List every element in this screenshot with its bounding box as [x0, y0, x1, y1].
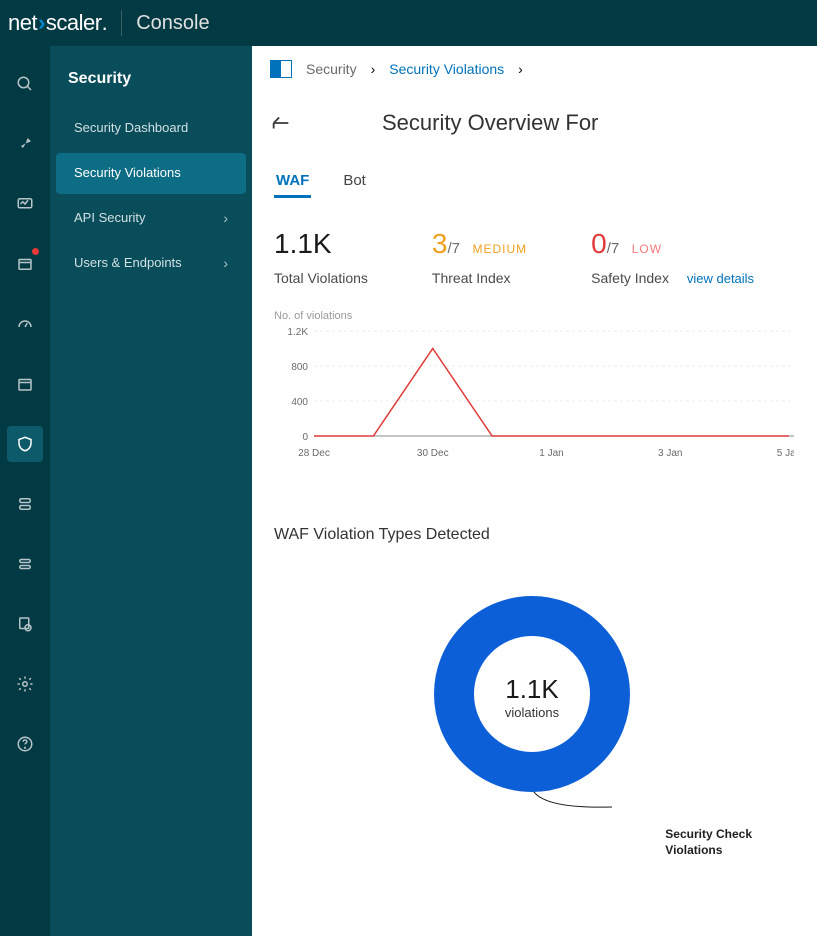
stat-label: Total Violations: [274, 270, 368, 286]
stat-badge: LOW: [632, 242, 662, 256]
breadcrumb-root[interactable]: Security: [306, 61, 357, 77]
sidebar-toggle-icon[interactable]: [270, 60, 292, 78]
line-chart-svg: 0 400 800 1.2K 28 Dec 30 Dec 1 Jan 3 Jan 5 Jan: [274, 326, 794, 466]
brand-chevron-icon: ›: [38, 10, 45, 36]
sidebar-item-label: API Security: [74, 210, 146, 227]
donut-callout-label: Security CheckViolations: [665, 827, 752, 858]
sidebar-item-label: Security Dashboard: [74, 120, 188, 137]
sidebar: Security Security Dashboard Security Vio…: [50, 46, 252, 936]
svg-text:1.2K: 1.2K: [287, 327, 308, 338]
tab-waf[interactable]: WAF: [274, 166, 311, 198]
icon-rail: [0, 46, 50, 936]
tabs: WAF Bot: [252, 166, 817, 198]
search-icon[interactable]: [7, 66, 43, 102]
breadcrumb: Security › Security Violations ›: [252, 46, 817, 92]
svg-text:5 Jan: 5 Jan: [777, 448, 794, 459]
certificate-icon[interactable]: [7, 606, 43, 642]
stat-safety-index: 0/7 LOW Safety Index view details: [591, 228, 754, 286]
chevron-right-icon: ›: [518, 61, 523, 77]
monitor-icon[interactable]: [7, 186, 43, 222]
sidebar-item-label: Users & Endpoints: [74, 255, 182, 272]
back-arrow-icon[interactable]: [270, 114, 292, 132]
donut-chart: 1.1K violations Security CheckViolations: [252, 594, 812, 858]
console-label: Console: [136, 12, 209, 35]
svg-text:28 Dec: 28 Dec: [298, 448, 330, 459]
stat-suffix: /7: [448, 240, 461, 257]
page-title: Security Overview For: [382, 110, 598, 136]
stat-value: 1.1K: [274, 228, 368, 260]
notification-badge: [32, 248, 39, 255]
stat-badge: MEDIUM: [472, 242, 527, 256]
calendar-icon[interactable]: [7, 366, 43, 402]
donut-svg-wrap: 1.1K violations: [432, 594, 632, 799]
donut-center-value: 1.1K: [505, 674, 559, 705]
stack-icon[interactable]: [7, 486, 43, 522]
stat-suffix: /7: [607, 240, 620, 257]
breadcrumb-current[interactable]: Security Violations: [389, 61, 504, 77]
svg-text:1 Jan: 1 Jan: [539, 448, 563, 459]
chevron-right-icon: ›: [223, 210, 228, 226]
violations-chart: No. of violations 0 400 800 1.2K 28 Dec 30 De…: [252, 310, 817, 466]
brand-logo: net›scaler.: [8, 10, 107, 36]
chevron-right-icon: ›: [223, 255, 228, 271]
chevron-right-icon: ›: [371, 61, 376, 77]
brand-suffix: scaler: [46, 10, 102, 36]
svg-text:30 Dec: 30 Dec: [417, 448, 449, 459]
main-content: Security › Security Violations › Securit…: [252, 46, 817, 936]
top-bar: net›scaler. Console: [0, 0, 817, 46]
svg-text:800: 800: [291, 362, 308, 373]
shield-icon[interactable]: [7, 426, 43, 462]
stat-threat-index: 3/7 MEDIUM Threat Index: [432, 228, 527, 286]
brand-dot: .: [102, 10, 108, 36]
servers-icon[interactable]: [7, 546, 43, 582]
brand-divider: [121, 10, 122, 36]
sidebar-item-api-security[interactable]: API Security ›: [56, 198, 246, 239]
sidebar-item-label: Security Violations: [74, 165, 181, 182]
chart-y-title: No. of violations: [274, 310, 795, 322]
sidebar-item-dashboard[interactable]: Security Dashboard: [56, 108, 246, 149]
stat-label: Safety Index view details: [591, 270, 754, 286]
stats-row: 1.1K Total Violations 3/7 MEDIUM Threat …: [252, 228, 817, 286]
window-icon[interactable]: [7, 246, 43, 282]
stat-value: 3: [432, 228, 448, 259]
donut-title: WAF Violation Types Detected: [252, 526, 817, 544]
stat-value: 0: [591, 228, 607, 259]
sidebar-item-violations[interactable]: Security Violations: [56, 153, 246, 194]
svg-text:400: 400: [291, 397, 308, 408]
donut-center-label: violations: [505, 705, 559, 720]
stat-total-violations: 1.1K Total Violations: [274, 228, 368, 286]
view-details-link[interactable]: view details: [687, 271, 754, 286]
sidebar-title: Security: [50, 70, 252, 108]
sidebar-item-users-endpoints[interactable]: Users & Endpoints ›: [56, 243, 246, 284]
brand-prefix: net: [8, 10, 37, 36]
gear-icon[interactable]: [7, 666, 43, 702]
page-header: Security Overview For: [252, 92, 817, 166]
chart-svg-wrap: 0 400 800 1.2K 28 Dec 30 Dec 1 Jan 3 Jan 5 Jan: [274, 326, 794, 466]
pin-icon[interactable]: [7, 126, 43, 162]
help-icon[interactable]: [7, 726, 43, 762]
svg-text:3 Jan: 3 Jan: [658, 448, 682, 459]
donut-center: 1.1K violations: [505, 674, 559, 720]
svg-text:0: 0: [302, 432, 308, 443]
stat-label: Threat Index: [432, 270, 527, 286]
tab-bot[interactable]: Bot: [341, 166, 368, 198]
gauge-icon[interactable]: [7, 306, 43, 342]
